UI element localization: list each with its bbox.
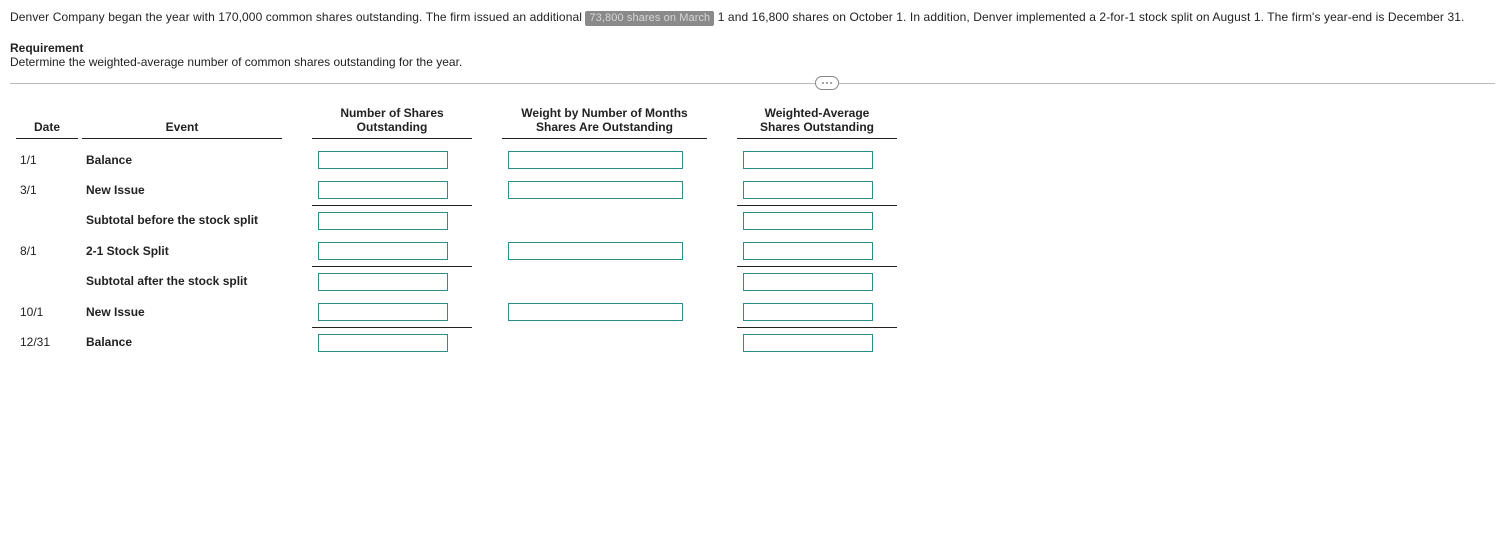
problem-text-b-overlay: 73,800 shares on March	[589, 12, 710, 24]
cell-event: 2-1 Stock Split	[80, 236, 282, 267]
problem-statement: Denver Company began the year with 170,0…	[10, 8, 1495, 27]
col-header-was: Weighted-Average Shares Outstanding	[737, 106, 897, 139]
input-weight[interactable]	[508, 303, 683, 321]
cell-weight	[502, 327, 707, 358]
col-header-weight-l1: Weight by Number of Months	[521, 106, 687, 120]
cell-date: 8/1	[16, 236, 80, 267]
cell-weight	[502, 175, 707, 206]
cell-num-shares	[312, 327, 472, 358]
input-was[interactable]	[743, 334, 873, 352]
cell-num-shares	[312, 297, 472, 328]
cell-was	[737, 327, 897, 358]
input-weight[interactable]	[508, 151, 683, 169]
input-was[interactable]	[743, 212, 873, 230]
section-divider	[10, 83, 1495, 84]
col-header-date: Date	[16, 106, 80, 139]
cell-weight	[502, 266, 707, 297]
cell-date: 10/1	[16, 297, 80, 328]
table-header-row: Date Event Number of Shares Outstanding …	[16, 106, 897, 139]
cell-num-shares	[312, 145, 472, 175]
previous-question-overlay: 73,800 shares on March	[585, 11, 714, 26]
col-header-event: Event	[80, 106, 282, 139]
divider-line	[10, 83, 1495, 84]
cell-num-shares	[312, 205, 472, 236]
cell-num-shares	[312, 236, 472, 267]
cell-date: 12/31	[16, 327, 80, 358]
cell-date	[16, 205, 80, 236]
input-num-shares[interactable]	[318, 334, 448, 352]
cell-was	[737, 236, 897, 267]
col-header-num-l2: Outstanding	[357, 120, 428, 134]
requirement-text: Determine the weighted-average number of…	[10, 55, 1495, 69]
input-weight[interactable]	[508, 242, 683, 260]
col-header-weight-l2: Shares Are Outstanding	[536, 120, 673, 134]
header-spacer	[472, 106, 502, 139]
cell-num-shares	[312, 175, 472, 206]
table-row: 10/1New Issue	[16, 297, 897, 328]
input-num-shares[interactable]	[318, 212, 448, 230]
cell-weight	[502, 236, 707, 267]
cell-weight	[502, 205, 707, 236]
col-header-was-l2: Shares Outstanding	[760, 120, 874, 134]
col-header-num-shares: Number of Shares Outstanding	[312, 106, 472, 139]
input-num-shares[interactable]	[318, 181, 448, 199]
cell-weight	[502, 145, 707, 175]
requirement-label: Requirement	[10, 41, 1495, 55]
col-header-weight: Weight by Number of Months Shares Are Ou…	[502, 106, 707, 139]
cell-event: New Issue	[80, 175, 282, 206]
table-row: Subtotal before the stock split	[16, 205, 897, 236]
input-was[interactable]	[743, 273, 873, 291]
ellipsis-icon[interactable]	[815, 76, 839, 90]
input-was[interactable]	[743, 303, 873, 321]
problem-text-c: 1 and 16,800 shares on October 1. In add…	[714, 10, 1464, 24]
problem-text-a: Denver Company began the year with 170,0…	[10, 10, 585, 24]
table-row: 3/1New Issue	[16, 175, 897, 206]
input-weight[interactable]	[508, 181, 683, 199]
header-spacer	[282, 106, 312, 139]
cell-event: Subtotal before the stock split	[80, 205, 282, 236]
table-row: Subtotal after the stock split	[16, 266, 897, 297]
cell-was	[737, 205, 897, 236]
table-row: 12/31Balance	[16, 327, 897, 358]
requirement-block: Requirement Determine the weighted-avera…	[10, 41, 1495, 69]
cell-was	[737, 145, 897, 175]
cell-date	[16, 266, 80, 297]
cell-weight	[502, 297, 707, 328]
cell-event: Subtotal after the stock split	[80, 266, 282, 297]
input-was[interactable]	[743, 151, 873, 169]
cell-date: 1/1	[16, 145, 80, 175]
cell-was	[737, 297, 897, 328]
cell-event: New Issue	[80, 297, 282, 328]
cell-event: Balance	[80, 327, 282, 358]
input-num-shares[interactable]	[318, 273, 448, 291]
input-num-shares[interactable]	[318, 151, 448, 169]
cell-was	[737, 266, 897, 297]
input-was[interactable]	[743, 242, 873, 260]
cell-date: 3/1	[16, 175, 80, 206]
table-row: 8/12-1 Stock Split	[16, 236, 897, 267]
cell-event: Balance	[80, 145, 282, 175]
col-header-was-l1: Weighted-Average	[765, 106, 870, 120]
table-row: 1/1Balance	[16, 145, 897, 175]
col-header-num-l1: Number of Shares	[340, 106, 443, 120]
cell-was	[737, 175, 897, 206]
input-num-shares[interactable]	[318, 242, 448, 260]
input-was[interactable]	[743, 181, 873, 199]
cell-num-shares	[312, 266, 472, 297]
input-num-shares[interactable]	[318, 303, 448, 321]
shares-worksheet-table: Date Event Number of Shares Outstanding …	[16, 106, 897, 358]
header-spacer	[707, 106, 737, 139]
